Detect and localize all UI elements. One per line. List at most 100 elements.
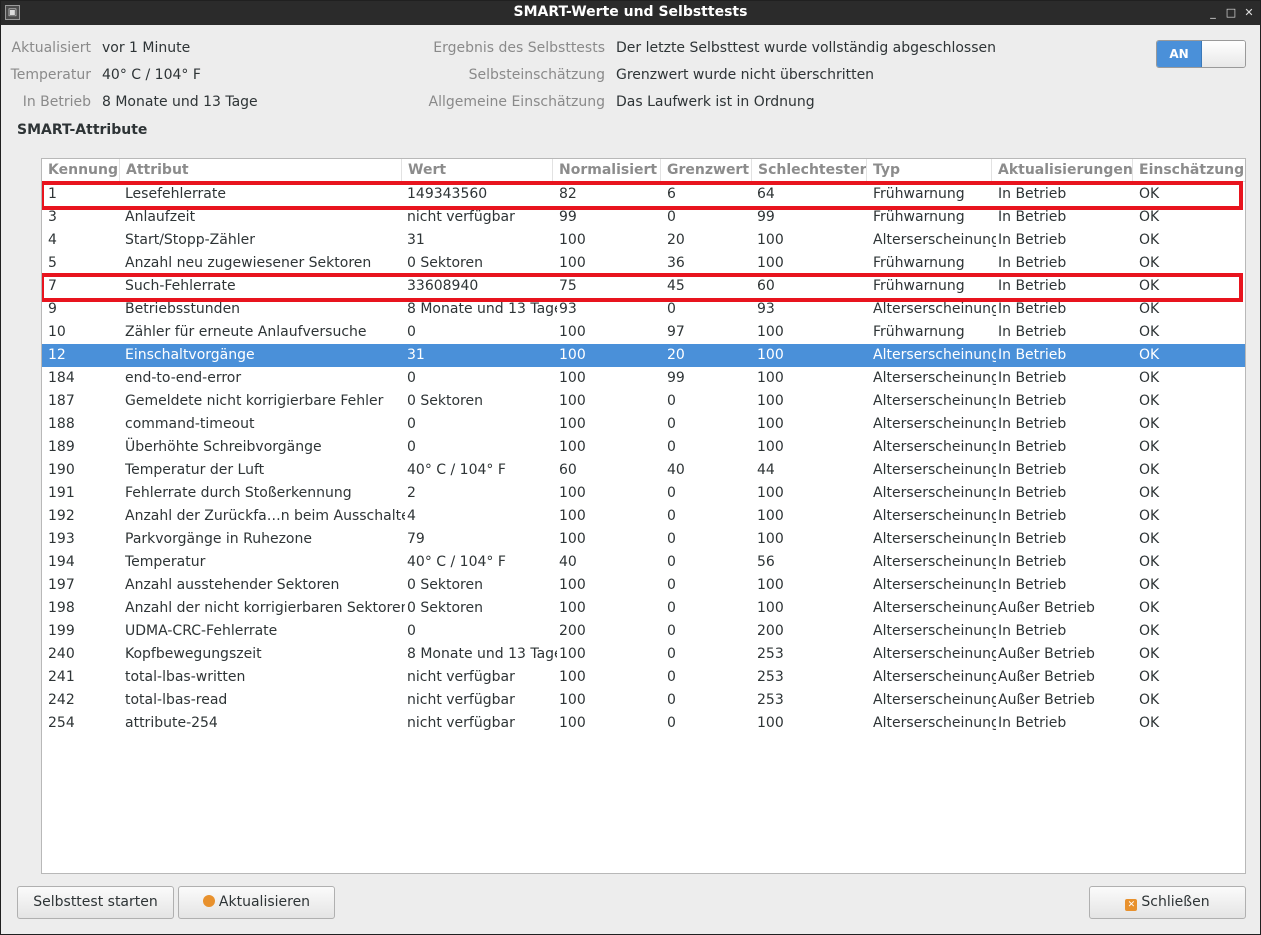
refresh-button[interactable]: Aktualisieren: [178, 886, 335, 919]
table-row[interactable]: 188 command-timeout 0 100 0 100 Alterserschein…: [42, 413, 1245, 436]
column-header-threshold[interactable]: Grenzwert: [661, 159, 752, 182]
table-row[interactable]: 197 Anzahl ausstehender Sektoren 0 Sektore…: [42, 574, 1245, 597]
cell-assessment: OK: [1139, 577, 1160, 593]
cell-worst: 100: [757, 255, 784, 271]
start-selftest-button[interactable]: Selbsttest starten: [17, 886, 174, 919]
cell-assessment: OK: [1139, 669, 1160, 685]
cell-assessment: OK: [1139, 646, 1160, 662]
cell-attribute: Betriebsstunden: [125, 301, 241, 317]
minimize-icon[interactable]: _: [1205, 4, 1221, 21]
table-row[interactable]: 240 Kopfbewegungszeit 8 Monate und 13 Tage…: [42, 643, 1245, 666]
table-row[interactable]: 9 Betriebsstunden 8 Monate und 13 Tage 93 0 9…: [42, 298, 1245, 321]
smart-enable-toggle[interactable]: AN: [1156, 40, 1246, 68]
cell-threshold: 6: [667, 186, 676, 202]
cell-normalized: 100: [559, 416, 586, 432]
powered-on-label: In Betrieb: [22, 94, 91, 110]
table-row[interactable]: 192 Anzahl der Zurückfa…n beim Ausschalte…: [42, 505, 1245, 528]
cell-type: Alterserscheinung: [873, 393, 996, 409]
table-row[interactable]: 7 Such-Fehlerrate 33608940 75 45 60 Frühwarnun…: [42, 275, 1245, 298]
cell-updates: In Betrieb: [998, 347, 1067, 363]
cell-attribute: Kopfbewegungszeit: [125, 646, 262, 662]
column-header-normalized[interactable]: Normalisiert: [553, 159, 661, 182]
column-header-type[interactable]: Typ: [867, 159, 992, 182]
powered-on-value: 8 Monate und 13 Tage: [102, 94, 258, 110]
table-header: Kennung Attribut Wert Normalisiert Grenz…: [42, 159, 1245, 182]
cell-value: 31: [407, 232, 425, 248]
cell-updates: In Betrieb: [998, 462, 1067, 478]
cell-attribute: Lesefehlerrate: [125, 186, 226, 202]
cell-updates: In Betrieb: [998, 485, 1067, 501]
cell-id: 189: [48, 439, 75, 455]
cell-normalized: 99: [559, 209, 577, 225]
table-row[interactable]: 191 Fehlerrate durch Stoßerkennung 2 100 0 10…: [42, 482, 1245, 505]
cell-threshold: 0: [667, 577, 676, 593]
cell-updates: Außer Betrieb: [998, 669, 1095, 685]
table-row[interactable]: 3 Anlaufzeit nicht verfügbar 99 0 99 Frühwarnu…: [42, 206, 1245, 229]
cell-value: 8 Monate und 13 Tage: [407, 301, 557, 317]
cell-type: Alterserscheinung: [873, 669, 996, 685]
column-header-attribute[interactable]: Attribut: [120, 159, 402, 182]
title-bar[interactable]: ▣ SMART-Werte und Selbsttests _ □ ✕: [1, 1, 1260, 25]
cell-worst: 253: [757, 646, 784, 662]
table-row[interactable]: 241 total-lbas-written nicht verfügbar 100 0…: [42, 666, 1245, 689]
cell-threshold: 0: [667, 439, 676, 455]
table-row[interactable]: 199 UDMA-CRC-Fehlerrate 0 200 0 200 Altersersc…: [42, 620, 1245, 643]
column-header-updates[interactable]: Aktualisierungen: [992, 159, 1133, 182]
table-row[interactable]: 10 Zähler für erneute Anlaufversuche 0 100 9…: [42, 321, 1245, 344]
cell-attribute: Einschaltvorgänge: [125, 347, 255, 363]
maximize-icon[interactable]: □: [1223, 4, 1239, 21]
column-header-id[interactable]: Kennung: [42, 159, 120, 182]
cell-type: Alterserscheinung: [873, 577, 996, 593]
table-row[interactable]: 242 total-lbas-read nicht verfügbar 100 0 253…: [42, 689, 1245, 712]
cell-attribute: Start/Stopp-Zähler: [125, 232, 255, 248]
table-row[interactable]: 190 Temperatur der Luft 40° C / 104° F 60 40…: [42, 459, 1245, 482]
table-row[interactable]: 184 end-to-end-error 0 100 99 100 Altersersche…: [42, 367, 1245, 390]
cell-normalized: 100: [559, 255, 586, 271]
cell-id: 187: [48, 393, 75, 409]
cell-worst: 100: [757, 347, 784, 363]
cell-worst: 100: [757, 531, 784, 547]
table-row[interactable]: 5 Anzahl neu zugewiesener Sektoren 0 Sekto…: [42, 252, 1245, 275]
smart-attributes-table[interactable]: Kennung Attribut Wert Normalisiert Grenz…: [41, 158, 1246, 874]
cell-attribute: Gemeldete nicht korrigierbare Fehler: [125, 393, 384, 409]
cell-normalized: 200: [559, 623, 586, 639]
cell-worst: 100: [757, 600, 784, 616]
cell-attribute: Anzahl der nicht korrigierbaren Sektoren: [125, 600, 405, 616]
cell-id: 254: [48, 715, 75, 731]
close-button[interactable]: ✕ Schließen: [1089, 886, 1246, 919]
window-title: SMART-Werte und Selbsttests: [513, 4, 748, 20]
table-row[interactable]: 12 Einschaltvorgänge 31 100 20 100 Altersersch…: [42, 344, 1245, 367]
self-assessment-label: Selbsteinschätzung: [468, 67, 605, 83]
table-row[interactable]: 254 attribute-254 nicht verfügbar 100 0 100 Al…: [42, 712, 1245, 735]
table-row[interactable]: 4 Start/Stopp-Zähler 31 100 20 100 Altersersch…: [42, 229, 1245, 252]
cell-updates: In Betrieb: [998, 278, 1067, 294]
column-header-worst[interactable]: Schlechtester: [752, 159, 867, 182]
table-row[interactable]: 193 Parkvorgänge in Ruhezone 79 100 0 100 Alte…: [42, 528, 1245, 551]
cell-attribute: total-lbas-written: [125, 669, 246, 685]
table-row[interactable]: 189 Überhöhte Schreibvorgänge 0 100 0 100 Alte…: [42, 436, 1245, 459]
table-row[interactable]: 187 Gemeldete nicht korrigierbare Fehler 0…: [42, 390, 1245, 413]
cell-updates: In Betrieb: [998, 301, 1067, 317]
cell-type: Alterserscheinung: [873, 232, 996, 248]
cell-attribute: Fehlerrate durch Stoßerkennung: [125, 485, 352, 501]
cell-worst: 100: [757, 416, 784, 432]
cell-value: nicht verfügbar: [407, 209, 515, 225]
cell-type: Alterserscheinung: [873, 554, 996, 570]
cell-type: Alterserscheinung: [873, 531, 996, 547]
cell-normalized: 100: [559, 531, 586, 547]
column-header-assessment[interactable]: Einschätzung: [1133, 159, 1245, 182]
cell-updates: In Betrieb: [998, 209, 1067, 225]
table-row[interactable]: 198 Anzahl der nicht korrigierbaren Sekto…: [42, 597, 1245, 620]
table-row[interactable]: 1 Lesefehlerrate 149343560 82 6 64 Frühwarnung…: [42, 183, 1245, 206]
cell-threshold: 0: [667, 531, 676, 547]
cell-value: 0 Sektoren: [407, 600, 483, 616]
cell-id: 5: [48, 255, 57, 271]
table-row[interactable]: 194 Temperatur 40° C / 104° F 40 0 56 Alterser…: [42, 551, 1245, 574]
close-window-icon[interactable]: ✕: [1241, 4, 1257, 21]
toggle-slider[interactable]: [1202, 41, 1245, 67]
cell-threshold: 0: [667, 600, 676, 616]
column-header-value[interactable]: Wert: [402, 159, 553, 182]
cell-attribute: command-timeout: [125, 416, 255, 432]
cell-threshold: 0: [667, 715, 676, 731]
temperature-label: Temperatur: [10, 67, 91, 83]
